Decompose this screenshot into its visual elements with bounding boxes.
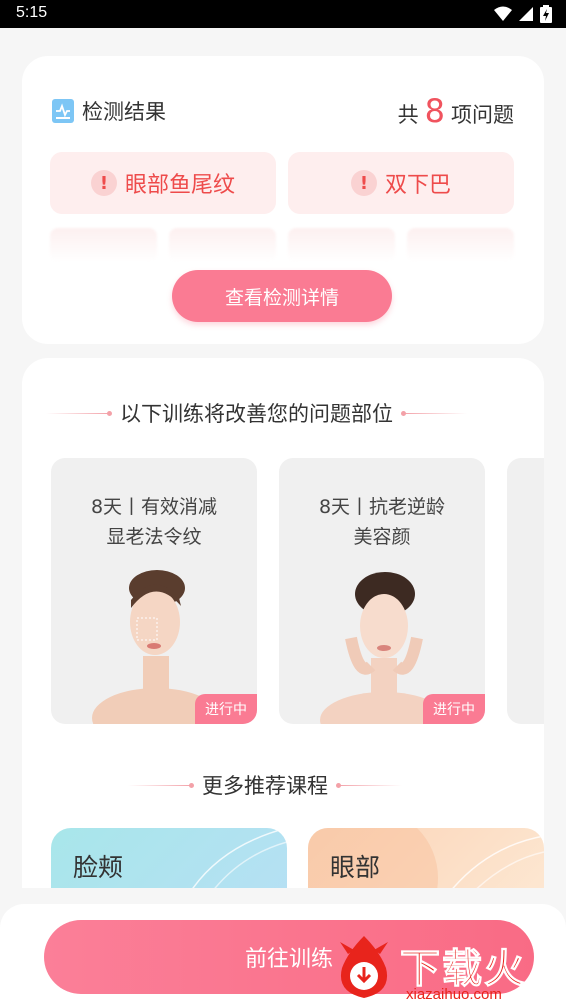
issue-count: 共 8 项问题 [398,92,514,130]
training-card: 以下训练将改善您的问题部位 8天丨有效消减 显老法令纹 进行中 8天丨抗老逆龄 … [22,358,544,888]
course-title: 8天丨抗老逆龄 美容颜 [279,492,485,552]
view-details-button[interactable]: 查看检测详情 [172,270,392,322]
issue-label: 眼部鱼尾纹 [124,173,235,198]
recommended-course-cheek[interactable]: 脸颊 [51,828,287,888]
blurred-issues [50,228,514,262]
status-bar: 5:15 [0,0,566,28]
wifi-icon [494,6,512,21]
detection-result-card: 检测结果 共 8 项问题 ! 眼部鱼尾纹 ! 双下巴 查看检测详情 [22,56,544,344]
in-progress-badge: 进行中 [195,694,257,724]
flame-logo-icon [340,936,388,998]
status-icons [494,5,552,23]
warning-icon: ! [90,170,117,196]
course-card-anti-aging[interactable]: 8天丨抗老逆龄 美容颜 进行中 [279,458,485,724]
issue-label: 双下巴 [384,173,451,198]
course-title: 8天丨有效消减 显老法令纹 [51,492,257,552]
in-progress-badge: 进行中 [423,694,485,724]
divider-line [46,410,112,416]
course-title-line2: 美容颜 [353,526,411,548]
blurred-issue [407,228,514,262]
battery-icon [540,5,552,23]
count-number: 8 [424,92,445,130]
recommended-course-eye[interactable]: 眼部 [308,828,544,888]
signal-icon [519,7,533,21]
recommended-label: 脸颊 [73,853,124,882]
report-icon [52,99,74,123]
result-header: 检测结果 [52,96,166,126]
blurred-issue [169,228,276,262]
blurred-issue [50,228,157,262]
issue-tag-double-chin: ! 双下巴 [288,152,514,214]
more-courses-heading: 更多推荐课程 [128,770,402,800]
issue-tag-crows-feet: ! 眼部鱼尾纹 [50,152,276,214]
course-card-partial[interactable] [507,458,544,724]
more-courses-heading-text: 更多推荐课程 [202,774,328,798]
warning-icon: ! [350,170,377,196]
course-card-nasolabial[interactable]: 8天丨有效消减 显老法令纹 进行中 [51,458,257,724]
result-title: 检测结果 [82,100,166,124]
recommended-label: 眼部 [330,853,381,882]
count-suffix: 项问题 [451,103,514,127]
watermark-url: xiazaihuo.com [406,986,502,1003]
course-title-line1: 8天丨抗老逆龄 [318,496,446,518]
course-title-line1: 8天丨有效消减 [90,496,218,518]
training-heading: 以下训练将改善您的问题部位 [46,398,467,428]
count-prefix: 共 [397,103,419,127]
watermark: 下载火 xiazaihuo.com [330,934,566,1008]
status-time: 5:15 [16,4,48,21]
divider-line [336,782,402,788]
divider-line [401,410,467,416]
course-title-line2: 显老法令纹 [106,526,202,548]
blurred-issue [288,228,395,262]
divider-line [128,782,194,788]
training-heading-text: 以下训练将改善您的问题部位 [120,402,393,426]
